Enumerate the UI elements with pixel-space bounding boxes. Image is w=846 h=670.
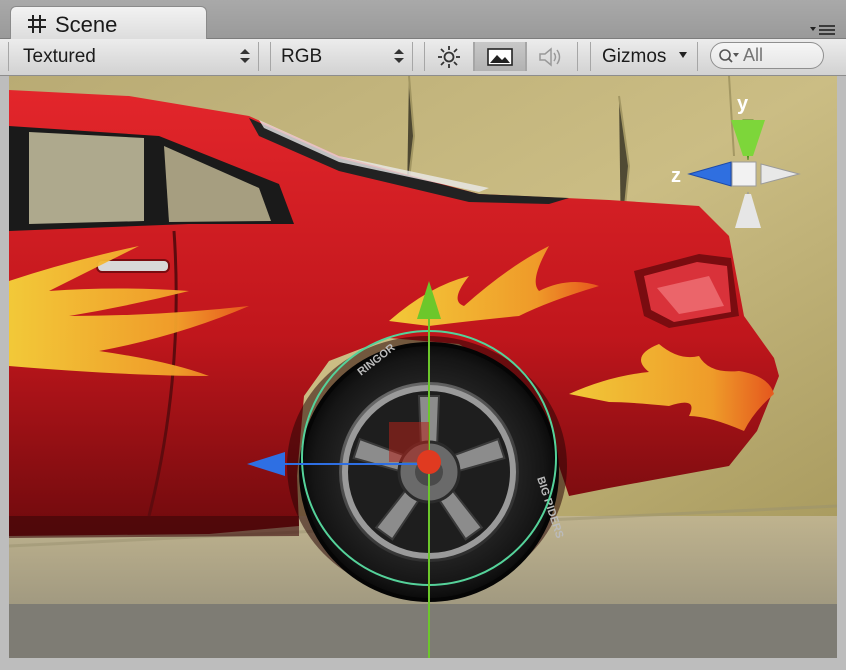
window-menu-icon[interactable] [810, 24, 836, 36]
gizmo-y-label: y [737, 93, 749, 115]
gizmo-center-cube[interactable] [731, 161, 757, 187]
hierarchy-search[interactable] [710, 42, 824, 69]
scene-render: RINGOR BIG RIDERS y z [9, 76, 837, 658]
tab-bar: Scene [0, 0, 846, 40]
updown-arrows-icon [394, 49, 404, 63]
scene-window: Scene Textured RGB Gizmos All RINGOR BIG… [0, 0, 846, 670]
door-handle [96, 259, 170, 273]
channel-mode-dropdown[interactable]: RGB [270, 42, 413, 71]
scene-viewport[interactable]: RINGOR BIG RIDERS y z [9, 76, 837, 658]
search-icon [719, 49, 739, 63]
scene-lighting-toggle[interactable] [424, 42, 474, 71]
speaker-icon [539, 46, 561, 67]
scene-effects-toggle[interactable] [474, 42, 526, 71]
tab-label: Scene [55, 12, 118, 37]
updown-arrows-icon [240, 49, 250, 63]
render-mode-dropdown[interactable]: Textured [8, 42, 259, 71]
channel-mode-value: RGB [281, 45, 323, 67]
caret-down-icon [679, 52, 687, 58]
tab-scene[interactable]: Scene [10, 6, 207, 40]
sun-icon [438, 45, 460, 68]
image-icon [487, 47, 513, 66]
gizmos-dropdown[interactable]: Gizmos [590, 42, 698, 71]
gizmos-label: Gizmos [602, 45, 667, 67]
pivot-center[interactable] [417, 450, 441, 474]
search-input[interactable] [743, 45, 819, 66]
scene-audio-toggle[interactable] [526, 42, 578, 71]
render-mode-value: Textured [23, 45, 96, 67]
floor-shadow [9, 604, 837, 658]
grid-icon [28, 15, 46, 33]
gizmo-z-label: z [671, 165, 681, 187]
